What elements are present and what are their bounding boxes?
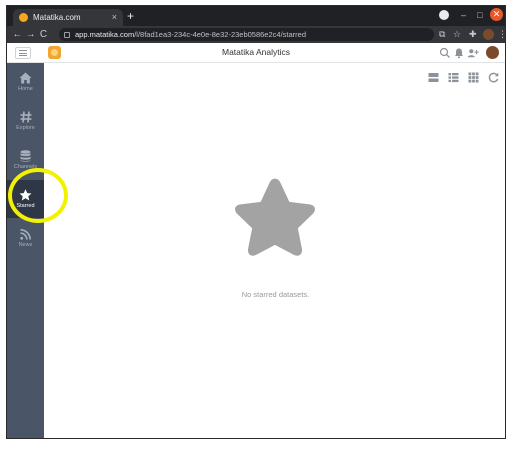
tab-strip: Matatika.com × + – □ ✕ (7, 6, 505, 26)
bell-icon[interactable] (453, 47, 465, 59)
view-toolbar (428, 72, 499, 83)
tab-close-icon[interactable]: × (112, 13, 117, 22)
browser-toolbar: ← → C app.matatika.com/l/8fad1ea3-234c-4… (7, 26, 505, 43)
empty-state-message: No starred datasets. (241, 290, 310, 299)
url-text: app.matatika.com/l/8fad1ea3-234c-4e0e-8e… (75, 30, 306, 39)
profile-icon[interactable] (439, 10, 449, 20)
sidebar-item-news[interactable]: News (7, 219, 44, 257)
sidebar-item-label: News (18, 241, 33, 248)
database-icon (20, 150, 31, 162)
browser-avatar[interactable] (483, 29, 494, 40)
rss-icon (20, 228, 31, 240)
minimize-button[interactable]: – (461, 10, 466, 20)
share-icon[interactable]: ⧉ (439, 29, 445, 40)
sidebar-item-label: Explore (16, 125, 35, 131)
browser-menu-icon[interactable]: ⋮ (498, 29, 505, 40)
home-icon (19, 72, 32, 84)
bookmark-star-icon[interactable]: ☆ (453, 29, 461, 40)
maximize-button[interactable]: □ (477, 10, 482, 20)
address-bar[interactable]: app.matatika.com/l/8fad1ea3-234c-4e0e-8e… (59, 28, 434, 41)
grid-view-icon[interactable] (468, 72, 479, 83)
lock-icon (64, 31, 70, 38)
user-avatar[interactable] (486, 46, 499, 59)
highlight-circle (8, 168, 68, 223)
matatika-favicon-icon (19, 13, 28, 22)
sidebar-item-label: Home (18, 86, 33, 92)
tab-title: Matatika.com (33, 13, 81, 22)
new-tab-button[interactable]: + (127, 10, 134, 22)
reload-button[interactable]: C (37, 26, 50, 43)
app-title: Matatika Analytics (221, 47, 291, 57)
search-icon[interactable] (439, 47, 451, 59)
table-view-icon[interactable] (448, 72, 459, 83)
app-header: Matatika Analytics (7, 43, 505, 63)
sidebar-item-explore[interactable]: Explore (7, 102, 44, 140)
list-view-icon[interactable] (428, 72, 439, 83)
refresh-icon[interactable] (488, 72, 499, 83)
browser-window: Matatika.com × + – □ ✕ ← → C app.matatik… (6, 5, 506, 439)
forward-button[interactable]: → (24, 26, 37, 43)
close-window-button[interactable]: ✕ (490, 8, 503, 21)
extensions-icon[interactable]: ✚ (469, 29, 477, 40)
browser-tab[interactable]: Matatika.com × (13, 9, 123, 26)
add-user-icon[interactable] (467, 47, 479, 59)
sidebar: Home Explore Channels Starred News (7, 63, 44, 438)
hash-icon (20, 111, 31, 123)
main-content: No starred datasets. (44, 63, 505, 438)
sidebar-item-home[interactable]: Home (7, 63, 44, 101)
empty-state-star-icon (235, 178, 315, 256)
back-button[interactable]: ← (11, 26, 24, 43)
